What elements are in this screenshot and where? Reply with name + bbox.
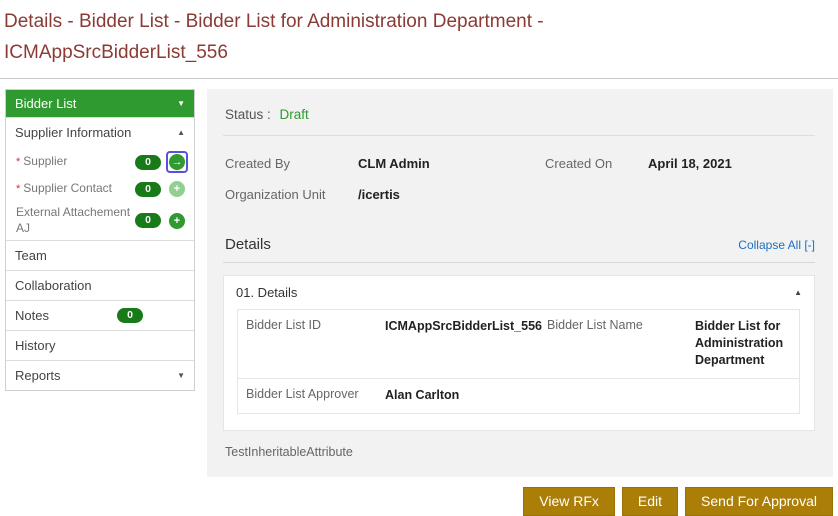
send-for-approval-button[interactable]: Send For Approval [685,487,833,516]
supplier-contact-label: Supplier Contact [23,181,135,197]
details-section-title: 01. Details [236,285,297,300]
field-row: Bidder List ID ICMAppSrcBidderList_556 B… [238,310,799,379]
supplier-label: Supplier [23,154,135,170]
details-card: 01. Details ▲ Bidder List ID ICMAppSrcBi… [223,275,815,431]
sidebar-item-history[interactable]: History [6,330,194,360]
add-icon[interactable]: + [169,213,185,229]
details-section-header[interactable]: 01. Details ▲ [224,276,814,307]
status-label: Status : [225,107,271,122]
team-label: Team [15,248,47,263]
chevron-down-icon: ▼ [177,99,185,108]
supplier-count-badge: 0 [135,155,161,170]
notes-count-badge: 0 [117,308,143,323]
field-row: Bidder List Approver Alan Carlton [238,379,799,413]
supplier-contact-count-badge: 0 [135,182,161,197]
organization-unit-label: Organization Unit [225,187,358,202]
sidebar-item-supplier-information[interactable]: Supplier Information ▲ [6,117,194,147]
bidder-list-name-value: Bidder List for Administration Departmen… [695,318,789,369]
content-layout: Bidder List ▼ Supplier Information ▲ * S… [0,79,838,477]
external-attachement-label: External Attachement AJ [16,205,135,236]
sidebar-header-label: Bidder List [15,96,76,111]
add-icon[interactable]: + [169,181,185,197]
notes-label: Notes [15,308,49,323]
page-title: Details - Bidder List - Bidder List for … [0,0,838,70]
bidder-list-approver-value: Alan Carlton [385,387,547,404]
reports-label: Reports [15,368,61,383]
external-attachement-icon-slot: + [165,213,189,229]
page-title-line1: Details - Bidder List - Bidder List for … [4,6,832,37]
collapse-all-link[interactable]: Collapse All [-] [738,238,815,252]
bidder-list-id-label: Bidder List ID [246,318,385,369]
supplier-information-label: Supplier Information [15,125,131,140]
page-title-line2: ICMAppSrcBidderList_556 [4,37,832,68]
edit-button[interactable]: Edit [622,487,678,516]
sidebar-header-bidder-list[interactable]: Bidder List ▼ [6,90,194,117]
external-attachement-count-badge: 0 [135,213,161,228]
sidebar-item-supplier-contact[interactable]: * Supplier Contact 0 + [6,177,194,201]
created-on-value: April 18, 2021 [648,156,815,171]
bidder-list-name-label: Bidder List Name [547,318,695,369]
details-title: Details [225,236,271,253]
test-inheritable-attribute-label: TestInheritableAttribute [223,431,815,459]
supplier-icon-slot: → [165,151,189,173]
selected-icon-outline: → [166,151,188,173]
meta-grid: Created By CLM Admin Created On April 18… [223,136,815,232]
action-bar: View RFx Edit Send For Approval [0,477,838,516]
history-label: History [15,338,55,353]
sidebar-item-supplier[interactable]: * Supplier 0 → [6,147,194,177]
view-rfx-button[interactable]: View RFx [523,487,615,516]
sidebar-item-notes[interactable]: Notes 0 [6,300,194,330]
sidebar-item-team[interactable]: Team [6,240,194,270]
details-header: Details Collapse All [-] [223,232,815,263]
details-fields: Bidder List ID ICMAppSrcBidderList_556 B… [237,309,800,414]
created-by-value: CLM Admin [358,156,545,171]
sidebar-item-reports[interactable]: Reports ▼ [6,360,194,390]
status-row: Status : Draft [223,105,815,136]
status-value: Draft [280,107,309,122]
organization-unit-value: /icertis [358,187,545,202]
sidebar-item-external-attachement[interactable]: External Attachement AJ 0 + [6,201,194,240]
required-asterisk: * [16,156,20,168]
collaboration-label: Collaboration [15,278,92,293]
supplier-contact-icon-slot: + [165,181,189,197]
required-asterisk: * [16,183,20,195]
bidder-list-id-value: ICMAppSrcBidderList_556 [385,318,547,369]
created-on-label: Created On [545,156,648,171]
sidebar-item-collaboration[interactable]: Collaboration [6,270,194,300]
chevron-up-icon: ▲ [177,128,185,137]
chevron-up-icon: ▲ [794,288,802,297]
bidder-list-approver-label: Bidder List Approver [246,387,385,404]
sidebar: Bidder List ▼ Supplier Information ▲ * S… [5,89,195,391]
main-panel: Status : Draft Created By CLM Admin Crea… [207,89,833,477]
created-by-label: Created By [225,156,358,171]
chevron-down-icon: ▼ [177,371,185,380]
arrow-right-icon[interactable]: → [169,154,185,170]
